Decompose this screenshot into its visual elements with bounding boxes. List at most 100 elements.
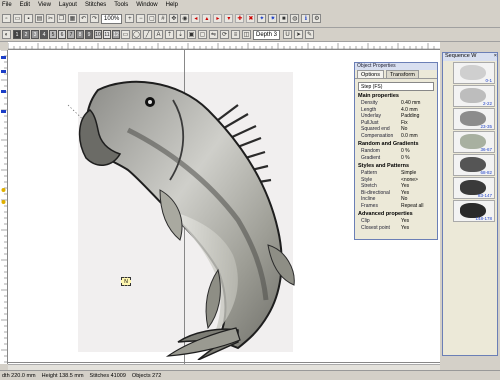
property-key: Closest point [361,224,390,231]
menu-help[interactable]: Help [166,2,178,8]
zoom-select[interactable]: 100% [101,13,123,24]
menu-layout[interactable]: Layout [59,2,77,8]
align-icon[interactable]: ≡ [231,30,240,39]
magic-wand-icon[interactable]: ✦ [257,14,267,23]
pan-icon[interactable]: ✥ [169,14,179,23]
status-width: dth 220.0 mm [2,372,36,379]
tab-options[interactable]: Options [357,70,384,78]
menu-window[interactable]: Window [136,2,157,8]
sequence-item[interactable]: 0-1 [453,62,495,84]
eye-icon[interactable]: ◉ [180,14,190,23]
property-key: Frames [361,202,378,209]
property-sections: Main properties Density 0.40 mm Length 4.0 m… [355,93,437,231]
stitch-minus-icon[interactable]: ✖ [246,14,256,23]
sequence-item[interactable]: 36-67 [453,131,495,153]
sequence-item-label: 36-67 [480,147,492,152]
close-icon[interactable]: × [494,53,497,61]
stitch-arrow-up-icon[interactable]: ▴ [202,14,212,23]
property-value[interactable]: 0 % [401,155,437,162]
property-row[interactable]: Frames Repeat all [355,203,437,210]
property-value[interactable]: Yes [401,225,437,232]
undo-icon[interactable]: ↶ [79,14,88,23]
sequence-item-label: 23-35 [480,124,492,129]
color-swatch-10[interactable]: 10 [94,30,102,39]
new-file-icon[interactable]: ▫ [2,14,11,23]
color-swatch-4[interactable]: 4 [40,30,48,39]
panel-tabs: Options Transform [355,70,437,79]
rectangle-tool-icon[interactable]: ▭ [121,30,130,39]
stitch-start-marker[interactable]: N [121,277,131,286]
stitch-type-select[interactable]: Step (FS) [358,82,434,91]
depth-select[interactable]: Depth 3 [253,29,281,40]
property-section-header[interactable]: Styles and Patterns [355,163,437,170]
color-swatch-8[interactable]: 8 [76,30,84,39]
color-swatch-9[interactable]: 9 [85,30,93,39]
settings-icon[interactable]: ⚙ [312,14,322,23]
sequence-item[interactable]: 68-82 [453,154,495,176]
property-value[interactable]: Repeat all [401,203,437,210]
stitch-arrow-right-icon[interactable]: ▸ [213,14,223,23]
globe-icon[interactable]: ◍ [290,14,300,23]
sequence-item[interactable]: 2-22 [453,85,495,107]
ellipse-tool-icon[interactable]: ◯ [132,30,141,39]
bass-fish-embroidery[interactable] [68,70,308,360]
save-icon[interactable]: ▪ [24,14,33,23]
star-icon[interactable]: ✷ [268,14,278,23]
sequence-item-label: 148-178 [475,216,492,221]
property-row[interactable]: Gradient 0 % [355,155,437,162]
horizontal-ruler [8,42,440,50]
layers-icon[interactable]: ◫ [242,30,251,39]
fit-icon[interactable]: ▢ [147,14,157,23]
line-tool-icon[interactable]: ╱ [143,30,152,39]
color-swatch-5[interactable]: 5 [49,30,57,39]
menu-tools[interactable]: Tools [114,2,128,8]
underline-tool-icon[interactable]: U [283,30,293,39]
color-swatch-1[interactable]: 1 [13,30,21,39]
sequence-item[interactable]: 148-178 [453,200,495,222]
zoom-out-icon[interactable]: − [136,14,146,23]
color-swatch-7[interactable]: 7 [67,30,75,39]
edit-tool-icon[interactable]: ✎ [305,30,315,39]
info-icon[interactable]: ℹ [301,14,311,23]
rotate-icon[interactable]: ⟳ [220,30,229,39]
color-wheel-icon[interactable]: ◐ [2,30,11,39]
color-swatch-3[interactable]: 3 [31,30,39,39]
copy-icon[interactable]: ❐ [57,14,66,23]
print-icon[interactable]: ▤ [35,14,44,23]
color-swatch-11[interactable]: 11 [103,30,111,39]
property-section-header[interactable]: Main properties [355,93,437,100]
property-row[interactable]: Compensation 0.0 mm [355,133,437,140]
redo-icon[interactable]: ↷ [90,14,99,23]
menu-file[interactable]: File [2,2,12,8]
color-swatch-2[interactable]: 2 [22,30,30,39]
property-row[interactable]: Closest point Yes [355,225,437,232]
mirror-icon[interactable]: ⇋ [209,30,218,39]
stitch-arrow-left-icon[interactable]: ◂ [191,14,201,23]
stitch-arrow-down-icon[interactable]: ▾ [224,14,234,23]
grid-icon[interactable]: # [158,14,168,23]
property-section-header[interactable]: Advanced properties [355,211,437,218]
text-tool-icon[interactable]: A [154,30,163,39]
property-value[interactable]: 0.0 mm [401,133,437,140]
zoom-in-icon[interactable]: + [125,14,135,23]
stop-icon[interactable]: ■ [279,14,289,23]
paste-icon[interactable]: ▦ [68,14,77,23]
menu-stitches[interactable]: Stitches [85,2,106,8]
menu-edit[interactable]: Edit [20,2,30,8]
sequence-item[interactable]: 83-147 [453,177,495,199]
move-up-icon[interactable]: ⇡ [165,30,174,39]
stitch-plus-icon[interactable]: ✚ [235,14,245,23]
color-swatch-12[interactable]: 12 [112,30,120,39]
move-down-icon[interactable]: ⇣ [176,30,185,39]
sequence-item[interactable]: 23-35 [453,108,495,130]
property-section-header[interactable]: Random and Gradients [355,141,437,148]
ungroup-icon[interactable]: ▢ [198,30,207,39]
tab-transform[interactable]: Transform [385,70,419,78]
group-icon[interactable]: ▣ [187,30,196,39]
color-swatch-6[interactable]: 6 [58,30,66,39]
sequence-thumbnail [460,65,486,80]
menu-view[interactable]: View [38,2,51,8]
cut-icon[interactable]: ✂ [46,14,55,23]
open-folder-icon[interactable]: ▭ [13,14,22,23]
arrow-tool-icon[interactable]: ➤ [294,30,304,39]
